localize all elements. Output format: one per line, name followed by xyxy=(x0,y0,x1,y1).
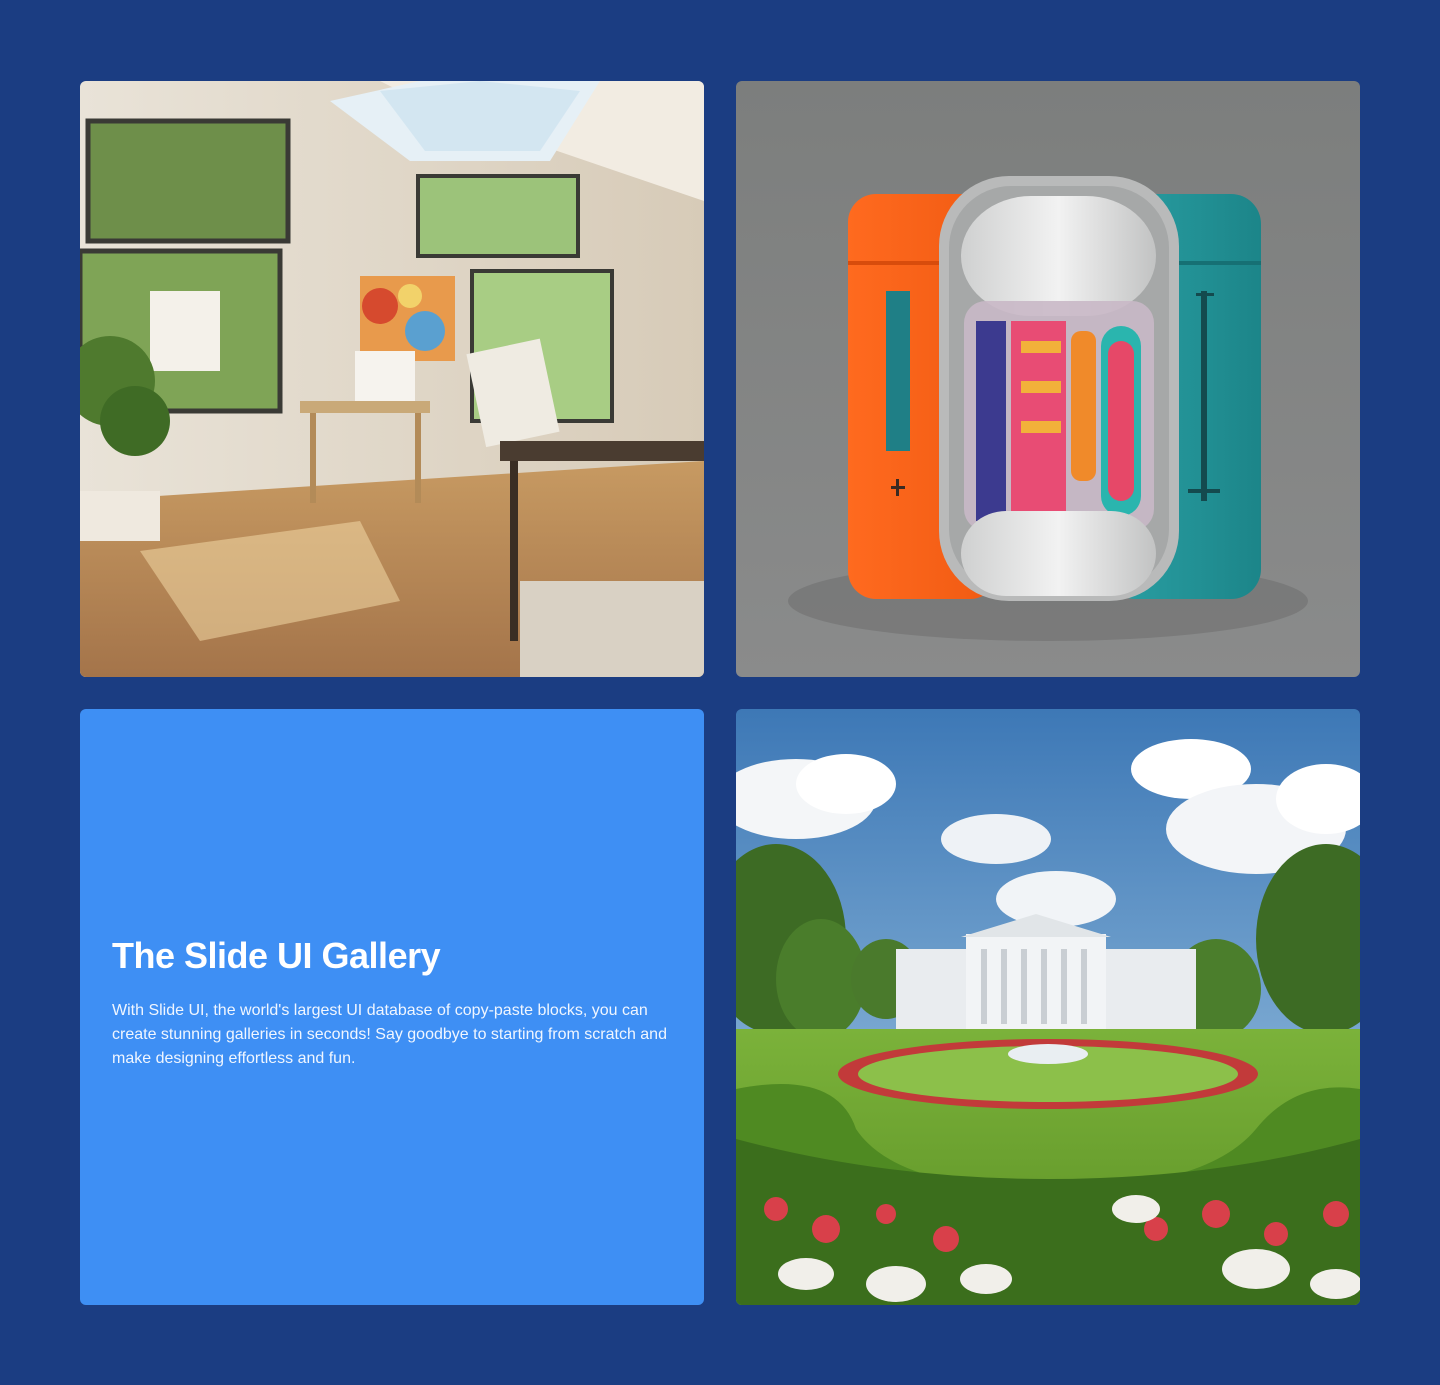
gallery-info-card: The Slide UI Gallery With Slide UI, the … xyxy=(80,709,704,1305)
capsule-product-image xyxy=(736,81,1360,677)
white-house-garden-image xyxy=(736,709,1360,1305)
gallery-title: The Slide UI Gallery xyxy=(112,935,441,976)
gallery-grid: The Slide UI Gallery With Slide UI, the … xyxy=(80,81,1360,1305)
art-studio-image xyxy=(80,81,704,677)
gallery-description: With Slide UI, the world's largest UI da… xyxy=(112,1002,667,1067)
